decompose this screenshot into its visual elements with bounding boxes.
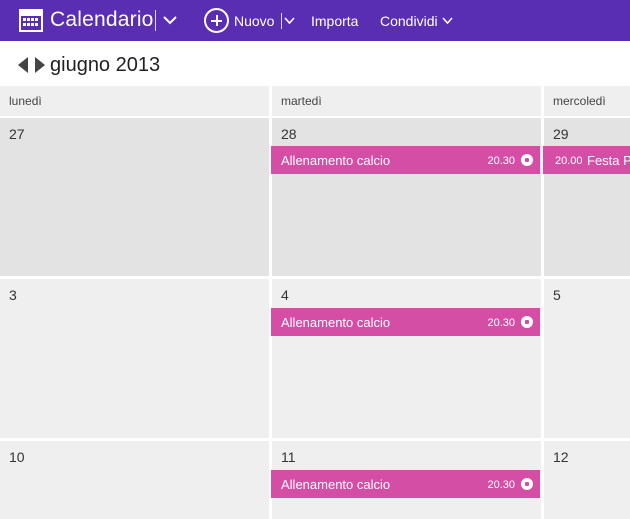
plus-circle-icon[interactable] bbox=[204, 8, 229, 33]
day-cell[interactable]: 3 bbox=[0, 279, 269, 438]
calendar-icon bbox=[19, 9, 43, 32]
previous-month-icon[interactable] bbox=[18, 57, 28, 73]
share-button[interactable]: Condividi bbox=[380, 13, 438, 29]
event-time: 20.30 bbox=[487, 155, 515, 167]
import-button[interactable]: Importa bbox=[311, 13, 358, 29]
event-title: Festa P bbox=[587, 153, 630, 168]
day-number: 10 bbox=[9, 449, 25, 465]
day-cell[interactable]: 10 bbox=[0, 441, 269, 519]
weekday-header-wednesday: mercoledì bbox=[544, 86, 630, 116]
day-cell[interactable]: 29 bbox=[544, 118, 630, 276]
soccer-ball-icon bbox=[521, 478, 533, 490]
day-number: 3 bbox=[9, 287, 17, 303]
day-cell[interactable]: 4 bbox=[272, 279, 541, 438]
day-number: 27 bbox=[9, 126, 25, 142]
event-title: Allenamento calcio bbox=[281, 477, 391, 492]
chevron-down-icon[interactable] bbox=[162, 12, 178, 28]
calendar-event[interactable]: Allenamento calcio 20.30 bbox=[271, 470, 540, 498]
share-chevron-down-icon[interactable] bbox=[442, 15, 453, 26]
weekday-header-monday: lunedì bbox=[0, 86, 269, 116]
day-cell[interactable]: 28 bbox=[272, 118, 541, 276]
day-cell[interactable]: 12 bbox=[544, 441, 630, 519]
next-month-icon[interactable] bbox=[35, 57, 45, 73]
soccer-ball-icon bbox=[521, 316, 533, 328]
month-label: giugno 2013 bbox=[50, 54, 161, 76]
day-cell[interactable]: 27 bbox=[0, 118, 269, 276]
event-time: 20.30 bbox=[487, 317, 515, 329]
calendar-event[interactable]: Allenamento calcio 20.30 bbox=[271, 308, 540, 336]
app-title[interactable]: Calendario bbox=[50, 8, 154, 32]
day-number: 12 bbox=[553, 449, 569, 465]
new-chevron-down-icon[interactable] bbox=[284, 15, 295, 26]
day-number: 29 bbox=[553, 126, 569, 142]
day-number: 4 bbox=[281, 287, 289, 303]
event-title: Allenamento calcio bbox=[281, 315, 391, 330]
day-cell[interactable]: 5 bbox=[544, 279, 630, 438]
event-title: Allenamento calcio bbox=[281, 153, 391, 168]
day-number: 28 bbox=[281, 126, 297, 142]
new-separator bbox=[281, 13, 282, 29]
event-time: 20.00 bbox=[555, 155, 583, 167]
calendar-event[interactable]: Allenamento calcio 20.30 bbox=[271, 146, 540, 174]
calendar-event[interactable]: 20.00 Festa P bbox=[543, 146, 630, 174]
event-time: 20.30 bbox=[487, 479, 515, 491]
weekday-header-tuesday: martedì bbox=[272, 86, 541, 116]
day-number: 5 bbox=[553, 287, 561, 303]
soccer-ball-icon bbox=[521, 154, 533, 166]
title-separator bbox=[155, 10, 156, 31]
top-bar: Calendario Nuovo Importa Condividi bbox=[0, 0, 630, 41]
new-button[interactable]: Nuovo bbox=[234, 13, 274, 29]
day-number: 11 bbox=[281, 449, 296, 465]
